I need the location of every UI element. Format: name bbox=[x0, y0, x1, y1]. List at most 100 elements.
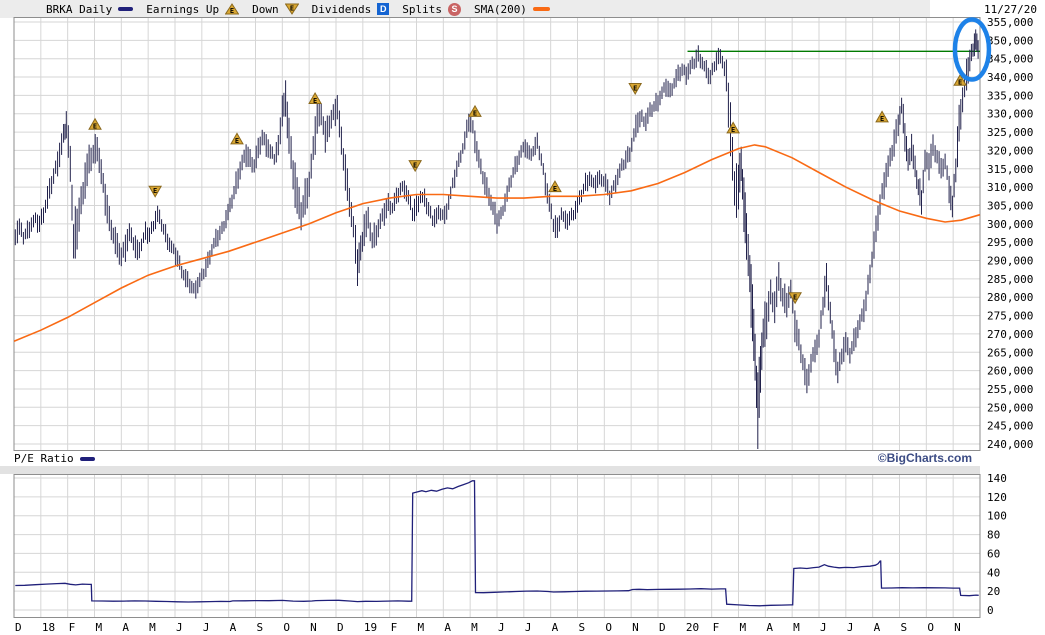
svg-text:240,000: 240,000 bbox=[987, 438, 1033, 451]
svg-text:D: D bbox=[659, 621, 666, 634]
svg-text:300,000: 300,000 bbox=[987, 218, 1033, 231]
svg-text:N: N bbox=[632, 621, 639, 634]
svg-text:A: A bbox=[122, 621, 129, 634]
split-icon: S bbox=[447, 2, 461, 16]
svg-text:M: M bbox=[418, 621, 425, 634]
svg-text:310,000: 310,000 bbox=[987, 181, 1033, 194]
svg-text:E: E bbox=[553, 185, 557, 193]
svg-text:18: 18 bbox=[42, 621, 55, 634]
highlight-ellipse bbox=[952, 17, 992, 82]
svg-text:275,000: 275,000 bbox=[987, 310, 1033, 323]
svg-text:325,000: 325,000 bbox=[987, 126, 1033, 139]
pe-ratio-row: P/E Ratio ©BigCharts.com bbox=[0, 451, 980, 466]
svg-text:350,000: 350,000 bbox=[987, 34, 1033, 47]
sma-label: SMA(200) bbox=[473, 2, 527, 16]
earnings-down-label: Down bbox=[252, 2, 279, 16]
svg-text:290,000: 290,000 bbox=[987, 255, 1033, 268]
svg-text:19: 19 bbox=[364, 621, 377, 634]
svg-text:O: O bbox=[283, 621, 290, 634]
svg-text:O: O bbox=[605, 621, 612, 634]
legend-item-dividends: Dividends D bbox=[312, 3, 390, 16]
svg-text:E: E bbox=[313, 97, 317, 105]
svg-text:J: J bbox=[176, 621, 183, 634]
svg-text:A: A bbox=[444, 621, 451, 634]
svg-text:D: D bbox=[337, 621, 344, 634]
last-date-label: 11/27/20 bbox=[984, 3, 1037, 16]
svg-text:J: J bbox=[525, 621, 532, 634]
svg-text:100: 100 bbox=[987, 510, 1007, 523]
dividend-icon: D bbox=[377, 3, 390, 15]
svg-text:A: A bbox=[230, 621, 237, 634]
sma-series-swatch bbox=[532, 7, 550, 11]
svg-text:S: S bbox=[901, 621, 908, 634]
svg-text:F: F bbox=[69, 621, 76, 634]
svg-text:20: 20 bbox=[686, 621, 699, 634]
svg-text:M: M bbox=[471, 621, 478, 634]
svg-text:0: 0 bbox=[987, 604, 994, 617]
legend-item-splits: Splits S bbox=[402, 2, 461, 16]
pe-ratio-title: P/E Ratio bbox=[14, 452, 95, 465]
svg-text:E: E bbox=[93, 122, 97, 130]
svg-text:J: J bbox=[820, 621, 827, 634]
legend-item-sma: SMA(200) bbox=[474, 3, 550, 16]
pe-ratio-chart: 0 20 40 60 80 100 120 140 D 18 F M A M J J A S O N D 19 F M A M J J… bbox=[13, 474, 1007, 634]
svg-text:305,000: 305,000 bbox=[987, 199, 1033, 212]
price-chart: 240,000 245,000 250,000 255,000 260,000 265,0… bbox=[13, 17, 1033, 451]
month-axis-labels: D 18 F M A M J J A S O N D 19 F M A M J J A S O N D 20 F M A M J J A S O N bbox=[15, 621, 961, 634]
svg-text:E: E bbox=[230, 7, 234, 15]
pe-gridlines bbox=[14, 474, 980, 617]
price-series-swatch bbox=[118, 7, 134, 11]
svg-text:J: J bbox=[203, 621, 210, 634]
svg-text:M: M bbox=[793, 621, 800, 634]
svg-text:O: O bbox=[927, 621, 934, 634]
svg-text:80: 80 bbox=[987, 529, 1000, 542]
svg-text:A: A bbox=[874, 621, 881, 634]
dividends-label: Dividends bbox=[311, 2, 372, 16]
chart-legend-bar: BRKA Daily Earnings Up E Down E Dividend… bbox=[0, 0, 930, 18]
svg-text:S: S bbox=[257, 621, 264, 634]
svg-text:E: E bbox=[473, 110, 477, 118]
svg-text:265,000: 265,000 bbox=[987, 346, 1033, 359]
svg-text:M: M bbox=[740, 621, 747, 634]
svg-text:E: E bbox=[633, 84, 637, 92]
svg-text:355,000: 355,000 bbox=[987, 17, 1033, 29]
earnings-up-icon: E bbox=[225, 3, 240, 15]
pe-series-swatch bbox=[79, 456, 95, 461]
svg-text:E: E bbox=[413, 161, 417, 169]
svg-text:20: 20 bbox=[987, 585, 1000, 598]
svg-text:250,000: 250,000 bbox=[987, 401, 1033, 414]
svg-text:315,000: 315,000 bbox=[987, 163, 1033, 176]
svg-text:F: F bbox=[391, 621, 398, 634]
svg-text:345,000: 345,000 bbox=[987, 53, 1033, 66]
svg-text:M: M bbox=[149, 621, 156, 634]
svg-text:J: J bbox=[847, 621, 854, 634]
svg-text:60: 60 bbox=[987, 547, 1000, 560]
svg-text:E: E bbox=[880, 115, 884, 123]
svg-text:E: E bbox=[793, 293, 797, 301]
svg-text:E: E bbox=[289, 5, 293, 13]
svg-text:M: M bbox=[96, 621, 103, 634]
svg-text:335,000: 335,000 bbox=[987, 89, 1033, 102]
svg-text:E: E bbox=[731, 126, 735, 134]
svg-text:270,000: 270,000 bbox=[987, 328, 1033, 341]
earnings-down-icon: E bbox=[284, 3, 299, 15]
svg-text:A: A bbox=[552, 621, 559, 634]
panel-divider bbox=[0, 466, 980, 474]
svg-text:J: J bbox=[498, 621, 505, 634]
svg-text:F: F bbox=[713, 621, 720, 634]
svg-text:E: E bbox=[153, 187, 157, 195]
svg-text:A: A bbox=[766, 621, 773, 634]
svg-text:40: 40 bbox=[987, 566, 1000, 579]
svg-text:320,000: 320,000 bbox=[987, 144, 1033, 157]
svg-text:120: 120 bbox=[987, 491, 1007, 504]
pe-ratio-label: P/E Ratio bbox=[14, 452, 74, 465]
legend-item-earnings-up: Earnings Up E bbox=[146, 2, 240, 16]
earnings-up-label: Earnings Up bbox=[146, 2, 220, 16]
svg-text:255,000: 255,000 bbox=[987, 383, 1033, 396]
svg-text:340,000: 340,000 bbox=[987, 71, 1033, 84]
svg-text:N: N bbox=[310, 621, 317, 634]
svg-text:140: 140 bbox=[987, 474, 1007, 485]
svg-text:295,000: 295,000 bbox=[987, 236, 1033, 249]
svg-text:245,000: 245,000 bbox=[987, 420, 1033, 433]
legend-item-earnings-down: Down E bbox=[252, 3, 299, 16]
